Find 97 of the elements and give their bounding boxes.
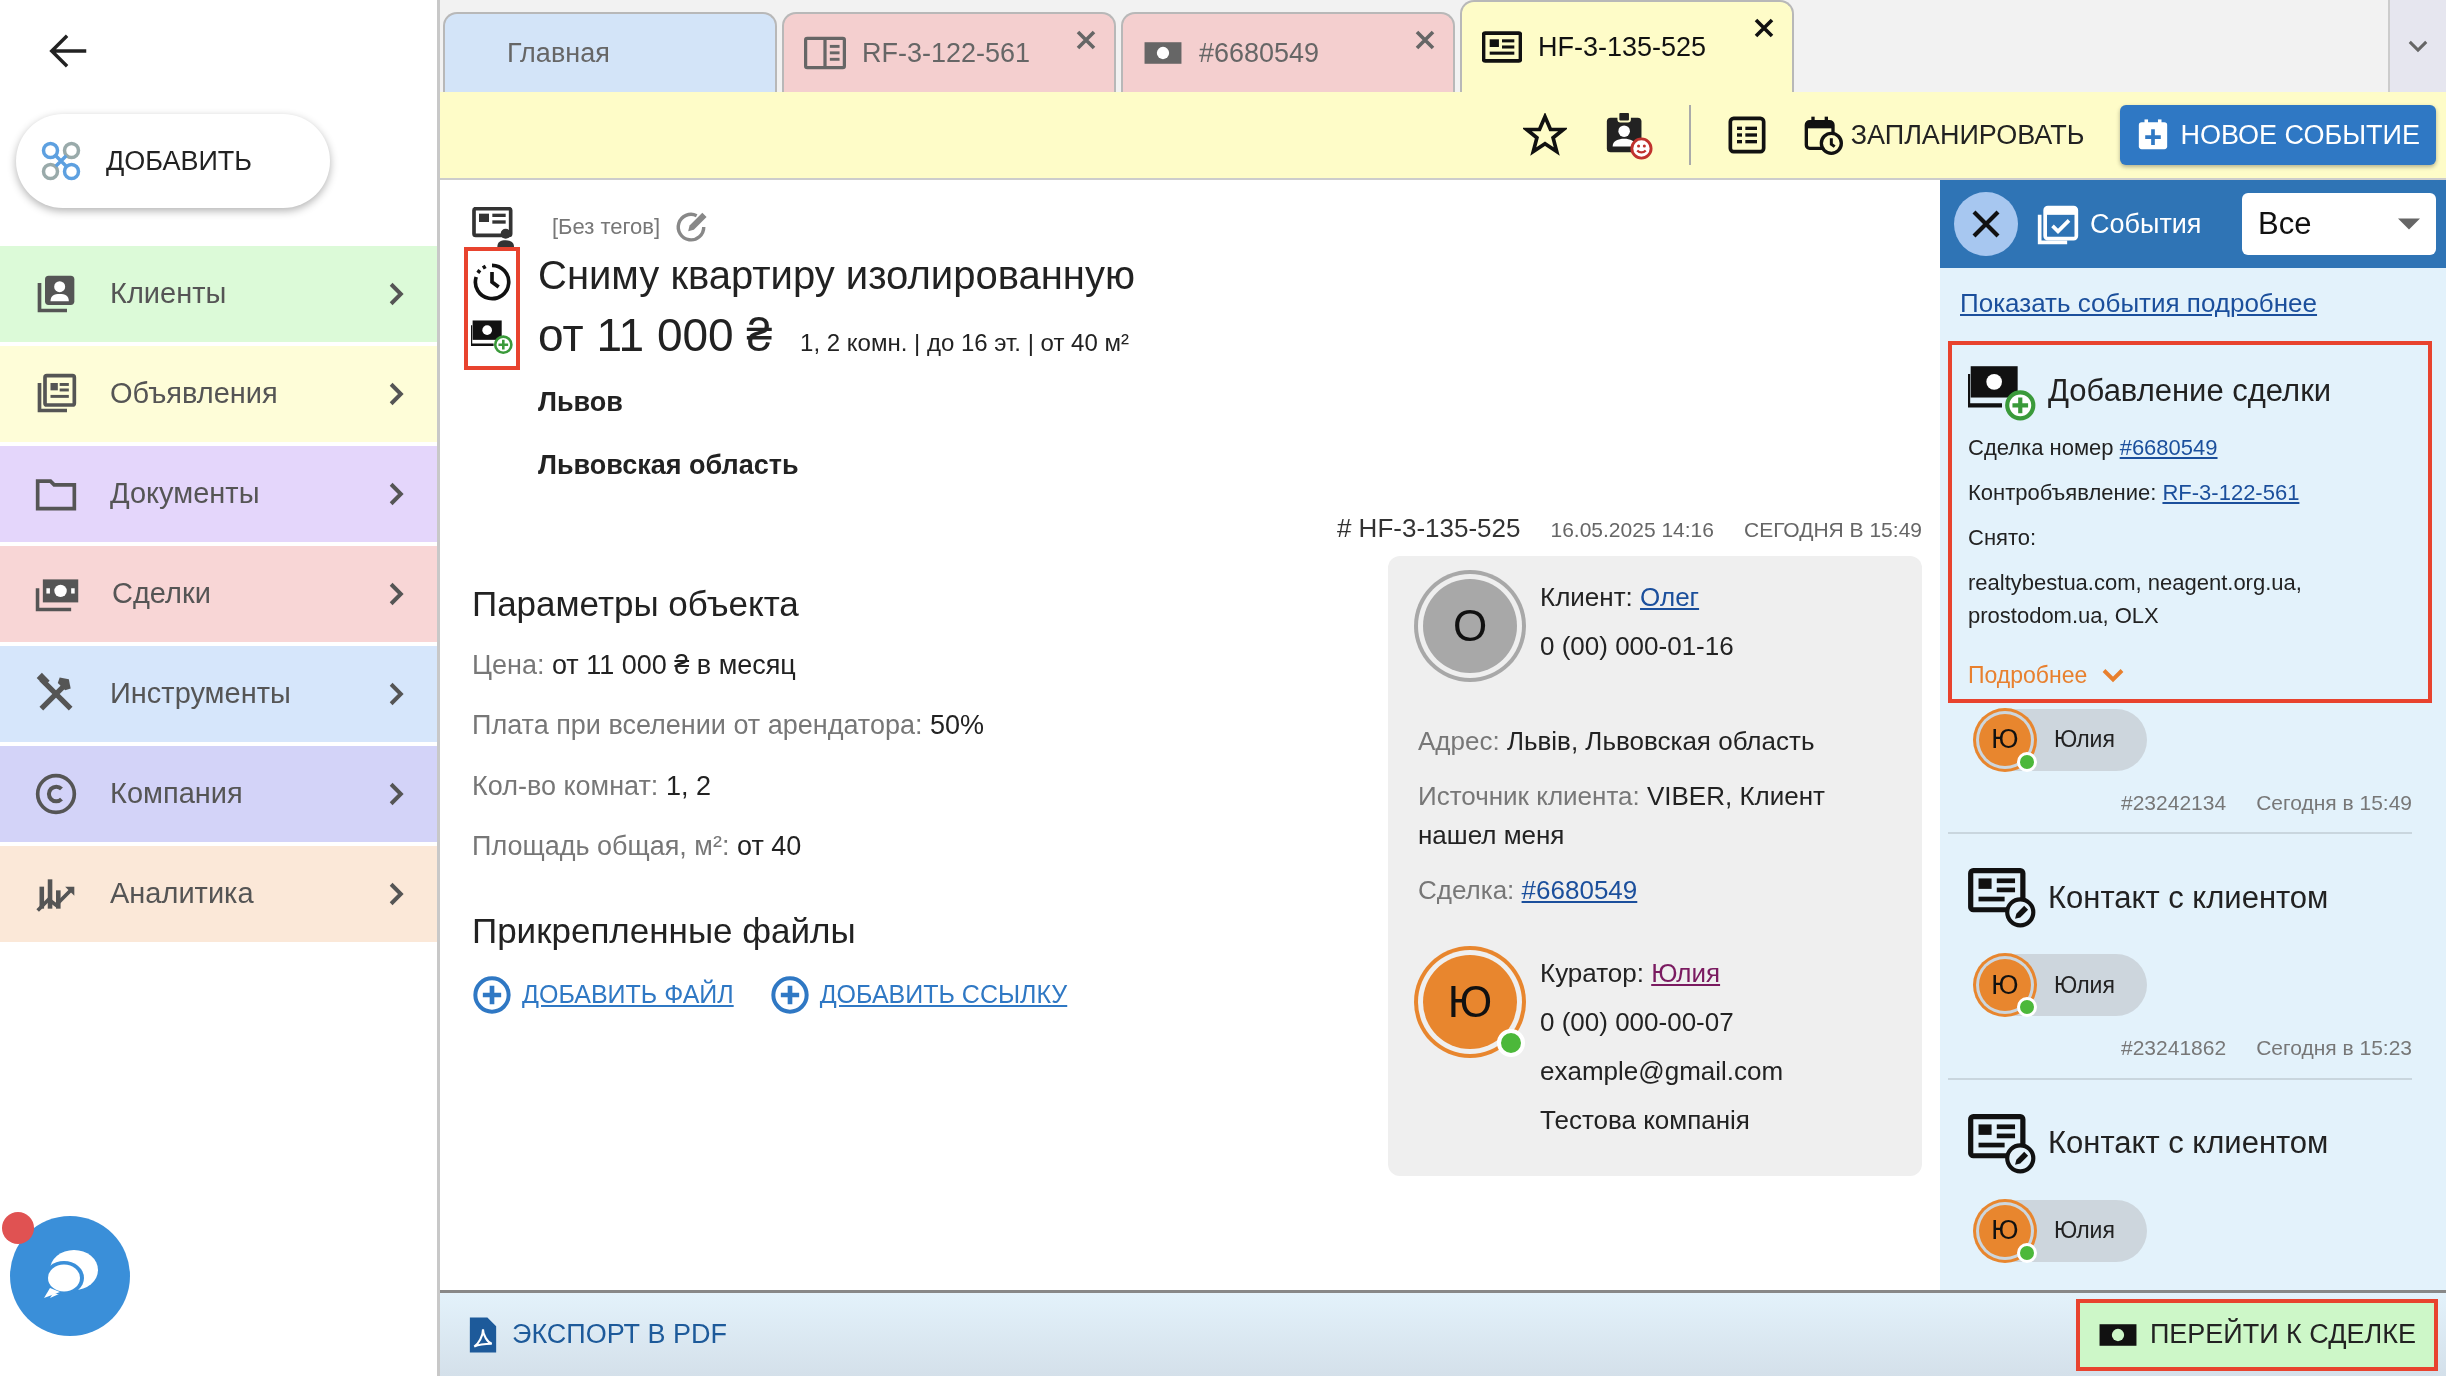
- param-label: Плата при вселении от арендатора:: [472, 710, 923, 741]
- event-title: Контакт с клиентом: [2048, 1124, 2329, 1163]
- calendar-clock-icon: [1802, 115, 1843, 155]
- tab[interactable]: RF-3-122-561: [782, 12, 1116, 92]
- user-chip[interactable]: Ю Юлия: [1974, 708, 2147, 771]
- created-date: 16.05.2025 14:16: [1550, 517, 1714, 544]
- book-icon: [804, 36, 846, 70]
- client-field: Сделка: #6680549: [1418, 871, 1892, 911]
- param-label: Цена:: [472, 649, 545, 680]
- event-link[interactable]: #6680549: [2119, 435, 2218, 460]
- event-detail: realtybestua.com, neagent.org.ua, prostodom.ua, OLX: [1968, 569, 2303, 630]
- client-field: Источник клиента: VIBER, Клиент нашел меня: [1418, 777, 1892, 856]
- chevron-down-icon: [2407, 39, 2429, 53]
- user-chip[interactable]: Ю Юлия: [1974, 954, 2147, 1016]
- star-icon: [1522, 113, 1567, 157]
- new-event-button[interactable]: НОВОЕ СОБЫТИЕ: [2120, 105, 2436, 165]
- copyright-icon: [34, 772, 78, 816]
- pdf-file-icon: [468, 1315, 498, 1354]
- updated-date: СЕГОДНЯ В 15:49: [1743, 517, 1922, 544]
- sidebar-item-label: Компания: [110, 776, 244, 812]
- event-detail: Снято:: [1968, 524, 2038, 552]
- caret-down-icon: [2398, 218, 2420, 230]
- deal-link[interactable]: #6680549: [1521, 875, 1638, 906]
- favorite-button[interactable]: [1522, 113, 1567, 157]
- event-time: Сегодня в 15:23: [2256, 1035, 2412, 1061]
- go-to-deal-button[interactable]: ПЕРЕЙТИ К СДЕЛКЕ: [2075, 1298, 2438, 1371]
- add-button[interactable]: ДОБАВИТЬ: [16, 114, 330, 208]
- tab[interactable]: HF-3-135-525: [1460, 0, 1794, 92]
- param-value: от 40: [736, 831, 802, 862]
- param-label: Кол-во комнат:: [472, 770, 659, 801]
- event-time: Сегодня в 15:49: [2256, 789, 2412, 816]
- logo-icon: [40, 140, 82, 182]
- id-card-edit-icon: [1968, 1113, 2036, 1174]
- field-label: Куратор:: [1540, 958, 1644, 989]
- sidebar-item-label: Аналитика: [110, 876, 255, 912]
- event-detail: Контробъявление: RF-3-122-561: [1968, 479, 2301, 507]
- phone-text: 0 (00) 000-01-16: [1540, 630, 1734, 664]
- city-text: Львов: [538, 386, 624, 420]
- curator-name-link[interactable]: Юлия: [1651, 958, 1721, 989]
- add-link[interactable]: ДОБАВИТЬ ФАЙЛ: [522, 976, 734, 1014]
- show-details-link[interactable]: Показать события подробнее: [1960, 284, 2446, 323]
- sidebar-item-label: Инструменты: [110, 676, 292, 712]
- money-icon: [1143, 39, 1183, 67]
- id-card-person-icon: [472, 207, 516, 248]
- plus-circle-icon: [472, 975, 512, 1016]
- filter-select[interactable]: Все: [2242, 193, 2436, 255]
- table-view-button[interactable]: [1726, 115, 1767, 155]
- sidebar-item[interactable]: Инструменты: [0, 646, 437, 742]
- client-field: Адрес: Львів, Львовская область: [1418, 722, 1892, 762]
- sidebar-item[interactable]: Объявления: [0, 346, 437, 442]
- field-label: Клиент:: [1540, 582, 1633, 613]
- add-link[interactable]: ДОБАВИТЬ ССЫЛКУ: [819, 976, 1068, 1014]
- sidebar-item[interactable]: Сделки: [0, 546, 437, 642]
- phone-text: 0 (00) 000-00-07: [1540, 1006, 1735, 1040]
- id-card-icon: [1482, 31, 1522, 63]
- sidebar-item-label: Клиенты: [110, 276, 228, 312]
- email-text: example@gmail.com: [1540, 1055, 1784, 1089]
- sidebar-item[interactable]: Клиенты: [0, 246, 437, 342]
- tab[interactable]: #6680549: [1121, 12, 1455, 92]
- event-title: Добавление сделки: [2048, 371, 2331, 410]
- plus-circle-icon: [769, 975, 810, 1016]
- param-value: 50%: [929, 710, 984, 741]
- event-id: #23241862: [2121, 1035, 2227, 1061]
- sidebar-item-label: Объявления: [110, 376, 279, 412]
- param-value: 1, 2: [665, 770, 711, 801]
- events-tab[interactable]: События: [2036, 202, 2202, 246]
- chevron-down-icon: [2101, 667, 2126, 684]
- sidebar-item-label: Документы: [110, 476, 261, 512]
- listing-code: # HF-3-135-525: [1336, 512, 1521, 546]
- id-card-edit-icon: [1968, 868, 2036, 928]
- section-title: Прикрепленные файлы: [472, 909, 857, 952]
- event-detail: Сделка номер #6680549: [1968, 434, 2219, 462]
- close-icon: [1971, 209, 2001, 239]
- client-name-link[interactable]: Олег: [1640, 582, 1700, 613]
- company-text: Тестова компанія: [1540, 1104, 1751, 1138]
- sidebar-item[interactable]: Документы: [0, 446, 437, 542]
- event-link[interactable]: RF-3-122-561: [2162, 480, 2300, 505]
- sidebar-item[interactable]: Компания: [0, 746, 437, 842]
- user-chip[interactable]: Ю Юлия: [1974, 1199, 2147, 1262]
- listing-summary: 1, 2 комн. | до 16 эт. | от 40 м²: [800, 328, 1129, 359]
- export-pdf-button[interactable]: ЭКСПОРТ В PDF: [468, 1314, 728, 1355]
- table-icon: [1726, 115, 1767, 155]
- schedule-button[interactable]: ЗАПЛАНИРОВАТЬ: [1802, 114, 2085, 156]
- event-id: #23242134: [2121, 789, 2227, 816]
- param-label: Площадь общая, м²:: [472, 831, 730, 862]
- listing-title: Сниму квартиру изолированную: [538, 252, 1136, 300]
- sidebar-item-label: Сделки: [112, 576, 212, 612]
- price-text: от 11 000 ₴: [538, 308, 773, 364]
- tags-label: [Без тегов]: [552, 213, 661, 242]
- clock-icon: [472, 261, 512, 302]
- tab[interactable]: Главная: [443, 12, 777, 92]
- param-value: от 11 000 ₴ в месяц: [551, 649, 796, 680]
- sidebar-item[interactable]: Аналитика: [0, 846, 437, 942]
- region-text: Львовская область: [538, 448, 800, 482]
- section-title: Параметры объекта: [472, 583, 800, 626]
- close-icon[interactable]: [1754, 18, 1774, 38]
- event-title: Контакт с клиентом: [2048, 878, 2329, 917]
